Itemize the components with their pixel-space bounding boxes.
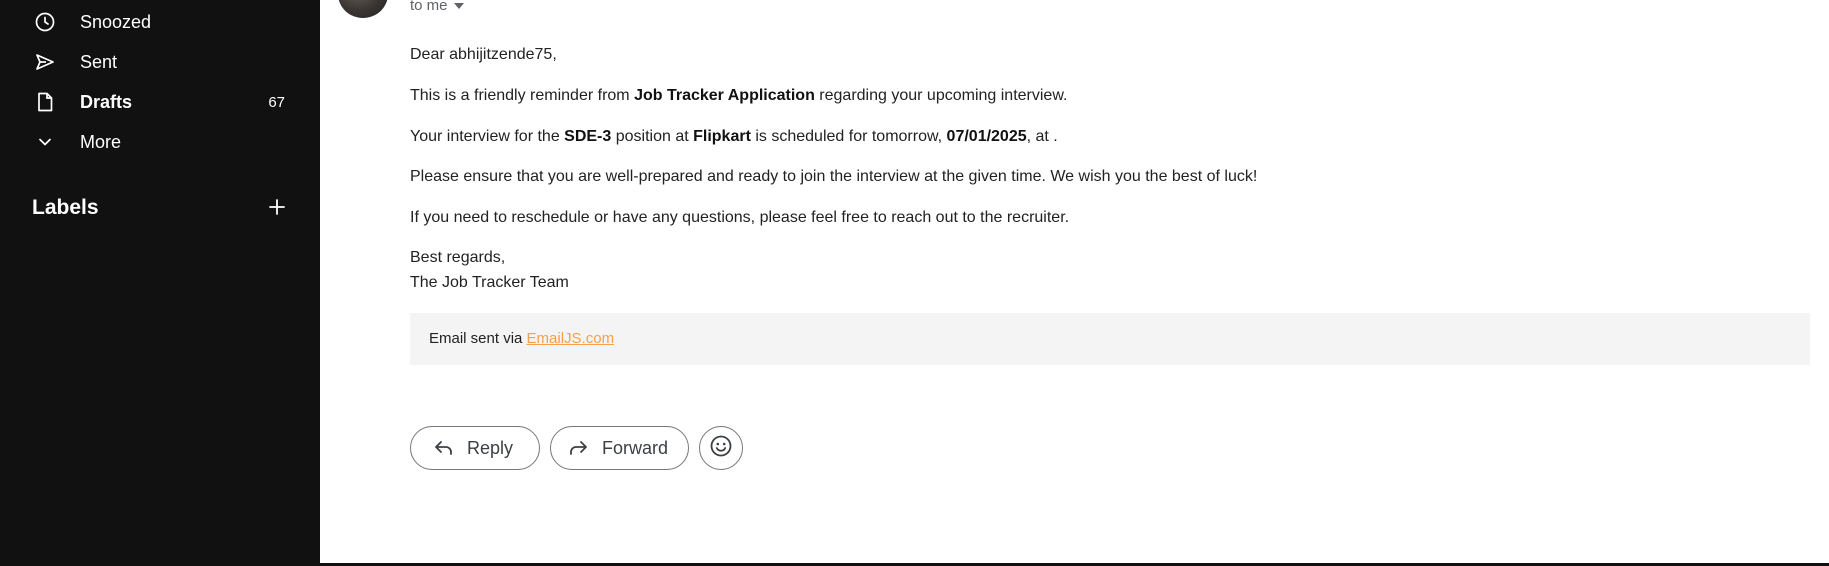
- reply-label: Reply: [467, 438, 514, 458]
- labels-heading: Labels: [32, 196, 99, 219]
- reply-icon: [433, 438, 455, 463]
- email-paragraph: If you need to reschedule or have any qu…: [410, 209, 1070, 226]
- text-span: Email sent via: [429, 330, 527, 347]
- text-span: regarding your upcoming interview.: [814, 87, 1068, 104]
- sidebar-item-snoozed[interactable]: Snoozed: [0, 3, 320, 41]
- forward-label: Forward: [602, 438, 669, 458]
- footer-text: Email sent via EmailJS.com: [429, 330, 614, 347]
- sidebar-item-label: Snoozed: [80, 11, 152, 32]
- role-name: SDE-3: [564, 128, 612, 145]
- add-label-button[interactable]: [264, 196, 290, 222]
- reply-button[interactable]: Reply: [410, 426, 540, 470]
- email-greeting: Dear abhijitzende75,: [410, 46, 557, 63]
- draft-icon: [34, 91, 56, 113]
- email-paragraph: This is a friendly reminder from Job Tra…: [410, 87, 1067, 105]
- email-footer: Email sent via EmailJS.com: [410, 313, 1810, 365]
- sidebar: Snoozed Sent Drafts 67 More Labels: [0, 0, 320, 566]
- emoji-reaction-button[interactable]: [699, 426, 743, 470]
- recipient-text: to me: [410, 0, 448, 14]
- email-paragraph: Your interview for the SDE-3 position at…: [410, 128, 1058, 146]
- clock-icon: [34, 11, 56, 33]
- company-name: Flipkart: [693, 128, 751, 145]
- recipient-details[interactable]: to me: [410, 0, 464, 14]
- interview-date: 07/01/2025: [946, 128, 1027, 145]
- sidebar-item-more[interactable]: More: [0, 123, 320, 161]
- text-span: position at: [611, 128, 694, 145]
- sidebar-item-label: Sent: [80, 51, 118, 72]
- email-signature: The Job Tracker Team: [410, 274, 569, 291]
- emailjs-link[interactable]: EmailJS.com: [527, 330, 615, 347]
- plus-icon: [268, 198, 286, 221]
- text-span: This is a friendly reminder from: [410, 87, 635, 104]
- sidebar-item-label: Drafts: [80, 91, 133, 112]
- email-paragraph: Please ensure that you are well-prepared…: [410, 168, 1258, 185]
- text-span: is scheduled for tomorrow,: [750, 128, 947, 145]
- drafts-count-badge: 67: [268, 93, 285, 111]
- sidebar-item-sent[interactable]: Sent: [0, 43, 320, 81]
- smiley-icon: [709, 434, 733, 463]
- sidebar-item-label: More: [80, 131, 122, 152]
- text-span: , at .: [1026, 128, 1058, 145]
- forward-icon: [567, 438, 589, 463]
- app-name: Job Tracker Application: [634, 87, 815, 104]
- chevron-down-icon: [34, 131, 56, 153]
- avatar[interactable]: [338, 0, 388, 18]
- text-span: Your interview for the: [410, 128, 565, 145]
- forward-button[interactable]: Forward: [550, 426, 689, 470]
- email-view: to me Dear abhijitzende75, This is a fri…: [320, 0, 1829, 563]
- email-closing: Best regards,: [410, 249, 506, 266]
- sidebar-item-drafts[interactable]: Drafts 67: [0, 83, 320, 121]
- send-icon: [34, 51, 56, 73]
- caret-down-icon[interactable]: [453, 2, 464, 9]
